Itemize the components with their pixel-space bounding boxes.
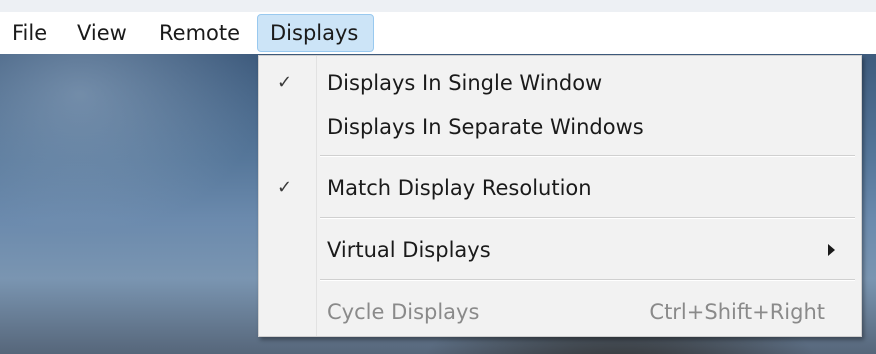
checkmark-icon: ✓: [277, 177, 293, 198]
menu-remote[interactable]: Remote: [147, 14, 252, 52]
menu-item-label: Match Display Resolution: [327, 176, 592, 200]
menu-view[interactable]: View: [65, 14, 139, 52]
menu-item-label: Cycle Displays: [327, 300, 480, 324]
menu-item-displays-single-window[interactable]: ✓ Displays In Single Window: [259, 68, 861, 98]
menu-separator: [320, 217, 855, 219]
menu-separator: [320, 155, 855, 157]
menu-bar: File View Remote Displays: [0, 12, 876, 54]
menu-item-label: Displays In Single Window: [327, 71, 603, 95]
menu-item-virtual-displays[interactable]: Virtual Displays: [259, 235, 861, 265]
menu-item-match-display-resolution[interactable]: ✓ Match Display Resolution: [259, 173, 861, 203]
menu-item-label: Virtual Displays: [327, 238, 491, 262]
chevron-right-icon: [828, 244, 835, 256]
menu-displays[interactable]: Displays: [257, 14, 374, 52]
displays-dropdown-menu: ✓ Displays In Single Window Displays In …: [258, 55, 862, 337]
menu-item-shortcut: Ctrl+Shift+Right: [649, 300, 825, 324]
menu-file[interactable]: File: [0, 14, 59, 52]
menu-item-label: Displays In Separate Windows: [327, 115, 644, 139]
menu-item-cycle-displays[interactable]: Cycle Displays Ctrl+Shift+Right: [259, 297, 861, 327]
title-strip: [0, 0, 876, 12]
menu-item-displays-separate-windows[interactable]: Displays In Separate Windows: [259, 112, 861, 142]
menu-separator: [320, 279, 855, 281]
checkmark-icon: ✓: [277, 72, 293, 93]
app-window: File View Remote Displays ✓ Displays In …: [0, 0, 876, 354]
